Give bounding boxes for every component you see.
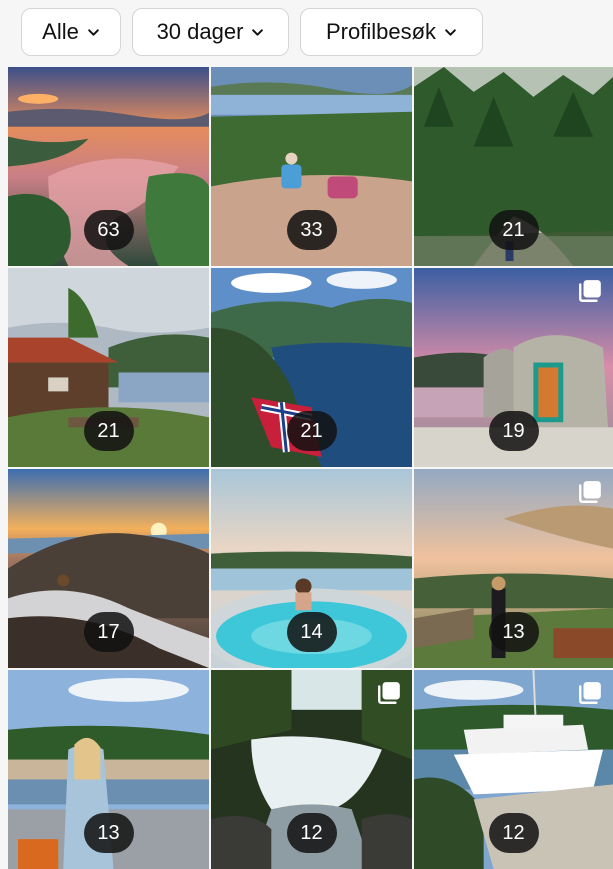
post-tile[interactable]: 21 [414,67,613,266]
post-tile[interactable]: 21 [211,268,412,467]
view-count-badge: 21 [488,210,539,250]
view-count-badge: 21 [286,411,337,451]
post-tile[interactable]: 33 [211,67,412,266]
post-tile[interactable]: 12 [211,670,412,869]
view-count-badge: 13 [488,612,539,652]
post-tile[interactable]: 19 [414,268,613,467]
filter-time-range[interactable]: 30 dager [132,8,289,56]
post-tile[interactable]: 12 [414,670,613,869]
filter-label: 30 dager [156,19,244,44]
post-tile[interactable]: 14 [211,469,412,668]
carousel-icon [579,280,601,302]
filter-metric[interactable]: Profilbesøk [300,8,483,56]
carousel-icon [579,481,601,503]
view-count-badge: 12 [488,813,539,853]
post-tile[interactable]: 13 [8,670,209,869]
post-tile[interactable]: 63 [8,67,209,266]
filter-content-type[interactable]: Alle [21,8,121,56]
post-grid: 63 33 21 21 21 19 17 14 13 13 12 12 [8,67,613,869]
view-count-badge: 33 [286,210,337,250]
carousel-icon [378,682,400,704]
chevron-down-icon [445,28,456,36]
filter-bar: Alle 30 dager Profilbesøk [0,0,613,66]
filter-label: Alle [42,19,79,44]
view-count-badge: 12 [286,813,337,853]
chevron-down-icon [252,28,264,36]
view-count-badge: 21 [83,411,134,451]
view-count-badge: 17 [83,612,134,652]
view-count-badge: 13 [83,813,134,853]
carousel-icon [579,682,601,704]
chevron-down-icon [88,28,99,36]
view-count-badge: 19 [488,411,539,451]
post-tile[interactable]: 17 [8,469,209,668]
post-tile[interactable]: 13 [414,469,613,668]
view-count-badge: 63 [83,210,134,250]
view-count-badge: 14 [286,612,337,652]
post-tile[interactable]: 21 [8,268,209,467]
filter-label: Profilbesøk [325,19,437,44]
